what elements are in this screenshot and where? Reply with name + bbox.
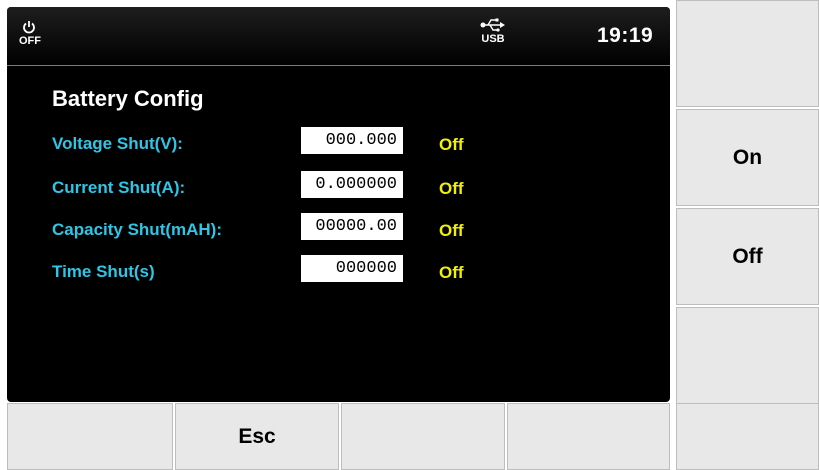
status-bar: OFF USB 19:19 [7,7,670,66]
side-softkey-off[interactable]: Off [676,208,819,305]
time-shut-row: Time Shut(s) 000000 Off [7,255,670,289]
voltage-shut-field[interactable]: 000.000 [301,127,403,154]
usb-icon [480,18,505,32]
bottom-softkey-4[interactable] [507,403,670,470]
bottom-softkey-3[interactable] [341,403,505,470]
capacity-shut-field[interactable]: 00000.00 [301,213,403,240]
bottom-softkey-1[interactable] [7,403,173,470]
voltage-shut-label: Voltage Shut(V): [52,134,183,153]
current-shut-row: Current Shut(A): 0.000000 Off [7,171,670,205]
capacity-shut-state: Off [439,221,464,240]
current-shut-state: Off [439,179,464,198]
power-icon [23,21,35,34]
instrument-screen: OFF USB 19:19 Battery Config Voltage Shu… [7,7,670,402]
current-shut-label: Current Shut(A): [52,178,186,197]
clock: 19:19 [597,24,654,47]
time-shut-label: Time Shut(s) [52,262,155,281]
capacity-shut-row: Capacity Shut(mAH): 00000.00 Off [7,213,670,247]
power-status: OFF [19,20,41,52]
voltage-shut-row: Voltage Shut(V): 000.000 Off [7,127,670,161]
side-softkey-4[interactable] [676,307,819,404]
power-status-label: OFF [19,35,41,47]
time-shut-field[interactable]: 000000 [301,255,403,282]
side-softkey-on[interactable]: On [676,109,819,206]
side-softkey-5[interactable] [676,403,819,470]
capacity-shut-label: Capacity Shut(mAH): [52,220,223,239]
page-title: Battery Config [52,86,204,111]
usb-status-label: USB [481,33,505,45]
voltage-shut-state: Off [439,135,464,154]
usb-status: USB [478,17,508,53]
esc-button[interactable]: Esc [175,403,339,470]
side-softkey-1[interactable] [676,0,819,107]
current-shut-field[interactable]: 0.000000 [301,171,403,198]
time-shut-state: Off [439,263,464,282]
